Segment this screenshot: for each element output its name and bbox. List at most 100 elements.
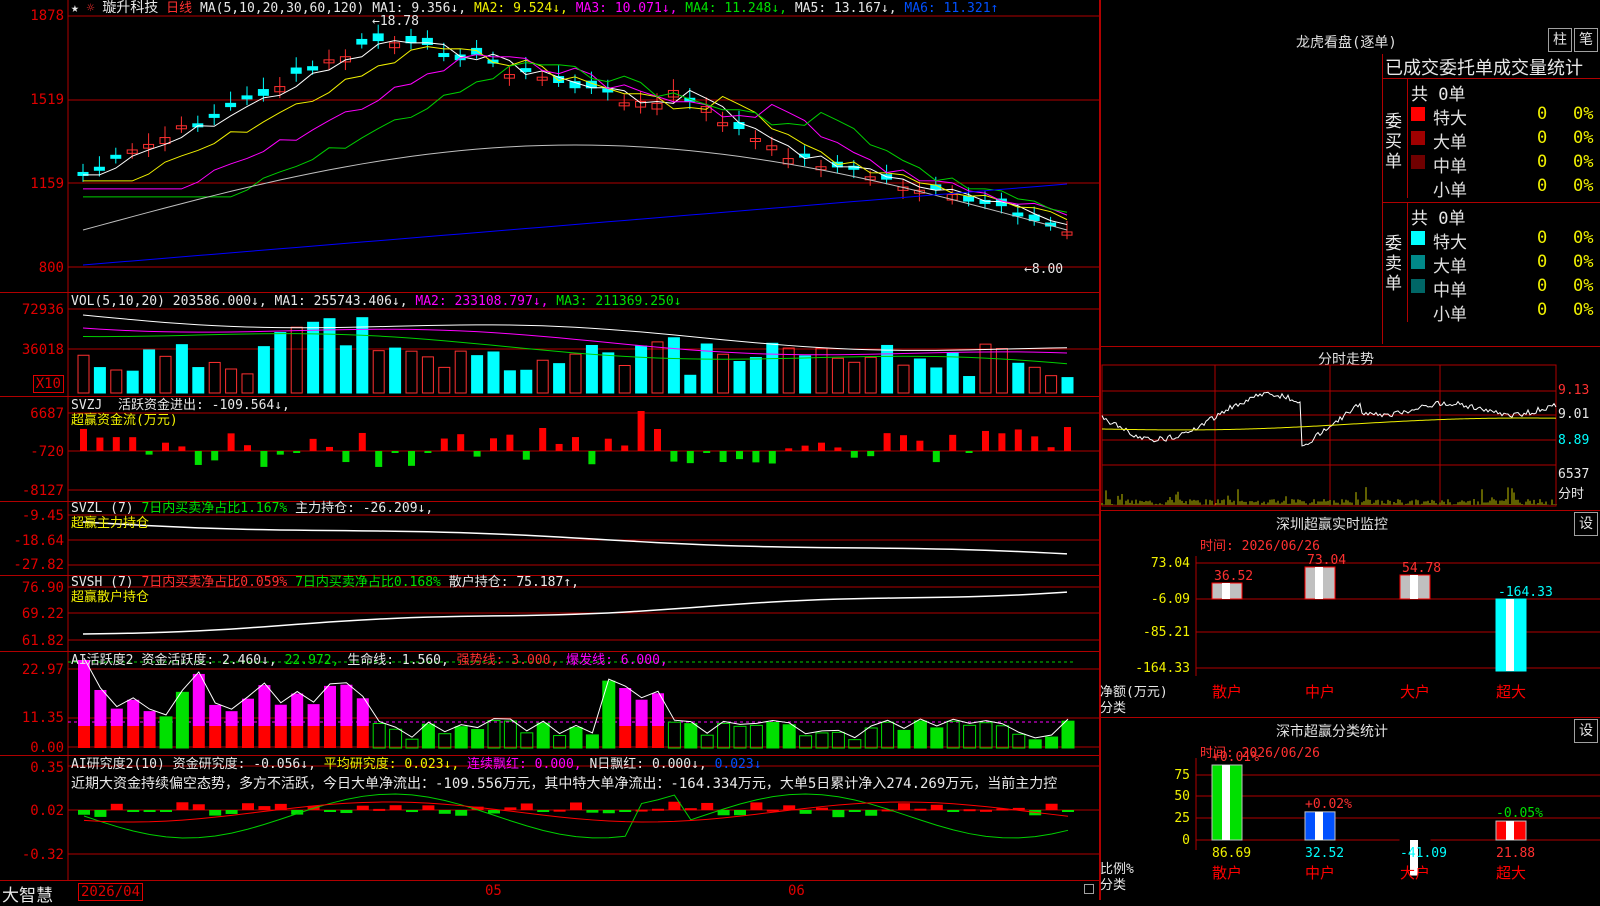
volume-bar: [290, 326, 303, 394]
flow-bar: [178, 446, 186, 451]
activity-bar: [291, 693, 304, 726]
ai-burstline: 爆发线: 6.000,: [566, 653, 668, 668]
price-header: ★ ☼ 璇升科技 日线 MA(5,10,20,30,60,120) MA1: 9…: [71, 0, 998, 17]
legend-swatch: [1411, 155, 1425, 169]
category-label: 超大: [1496, 683, 1526, 701]
sell-total: 共 0单: [1411, 209, 1466, 229]
activity-bar: [421, 723, 435, 749]
intraday-tick: 9.13: [1558, 383, 1590, 398]
activity-bar: [127, 699, 140, 726]
intraday-panel[interactable]: 分时走势 9.13 9.01 8.89 6537 分时: [1100, 347, 1600, 511]
research-bar: [701, 802, 714, 810]
research-bar: [619, 810, 632, 812]
chart-tick: 73.04: [1151, 556, 1190, 571]
dragon-row-count: 0: [1537, 228, 1548, 248]
lock-icon[interactable]: [1084, 884, 1094, 894]
legend-swatch: [1411, 279, 1425, 293]
ai-research-pane[interactable]: 0.35 0.02 -0.32 AI研究度2(10) 资金研究度: -0.056…: [0, 756, 1100, 880]
dragon-row-name: 小单: [1433, 305, 1467, 325]
research-bar: [652, 808, 664, 811]
flow-bar: [276, 451, 284, 455]
candle: [257, 89, 269, 96]
svzl-pane[interactable]: -9.45 -18.64 -27.82 SVZL (7) 7日内买卖净占比1.1…: [0, 501, 1100, 576]
ma2-value: MA2: 9.524↓,: [473, 1, 568, 16]
intraday-chart[interactable]: [1100, 347, 1600, 510]
dragon-row-name: 大单: [1433, 133, 1467, 153]
bar-change-label: +0.02%: [1305, 797, 1352, 812]
category-label: 散户: [1212, 864, 1242, 882]
flag-icon: ☼: [86, 1, 95, 16]
flow-bar: [457, 434, 465, 451]
activity-bar: [1045, 736, 1059, 749]
category-label: 散户: [1212, 683, 1242, 701]
research-bar: [422, 805, 435, 810]
activity-bar: [356, 726, 369, 748]
star-icon[interactable]: ★: [71, 1, 79, 16]
activity-bar: [291, 726, 304, 748]
buy-side-label: 委买单: [1385, 112, 1402, 172]
dragon-row-pct: 0%: [1573, 104, 1594, 124]
research-bar: [750, 802, 763, 810]
activity-bar: [881, 721, 895, 749]
volume-bar: [1061, 377, 1074, 394]
activity-bar: [963, 724, 977, 749]
activity-bar: [274, 704, 287, 726]
activity-bar: [979, 722, 993, 749]
legend-swatch: [1411, 303, 1425, 317]
flow-bar: [588, 451, 596, 465]
dragon-row-name: 大单: [1433, 257, 1467, 277]
brand-label[interactable]: 大智慧: [2, 881, 53, 906]
activity-bar: [553, 735, 567, 749]
ai-research-red: 连续飘红: 0.000,: [467, 757, 582, 772]
research-bar: [930, 804, 943, 810]
flow-bar: [637, 411, 645, 451]
category-label: 中户: [1305, 683, 1335, 701]
flow-bar: [424, 451, 432, 453]
volume-bar: [110, 369, 123, 394]
activity-bar: [242, 726, 254, 748]
flow-bar: [834, 447, 842, 451]
volume-bar: [684, 374, 697, 394]
price-pane[interactable]: 1878 1519 1159 800 ★ ☼ 璇升科技 日线 MA(5,10,2…: [0, 0, 1100, 293]
flow-bar: [867, 451, 875, 457]
ai-research-avg: 平均研究度: 0.023↓,: [323, 757, 460, 772]
research-bar: [356, 805, 369, 810]
research-bar: [537, 810, 550, 812]
flow-bar: [801, 445, 809, 451]
sz-class-chart: 75 50 25 0 86.69 +0.01% 散户 32.52 +0.02% 中户 -41.09 大…: [1174, 750, 1600, 882]
bar-change-label: +0.01%: [1212, 750, 1259, 765]
candlestick-chart[interactable]: [0, 0, 1100, 292]
research-bar: [602, 810, 615, 814]
candle: [405, 35, 417, 44]
activity-bar: [78, 726, 90, 748]
flow-bar: [309, 438, 317, 451]
volume-bar: [913, 358, 926, 394]
flow-bar: [145, 451, 153, 455]
sz-class-xlabel: 分类: [1100, 878, 1127, 893]
svsh-pane[interactable]: 76.90 69.22 61.82 SVSH (7) 7日内买卖净占比0.059…: [0, 575, 1100, 652]
ai-activity-pane[interactable]: 22.97 11.35 0.00 AI活跃度2 资金活跃度: 2.460↓, 2…: [0, 652, 1100, 756]
volume-value: 203586.000↓,: [172, 294, 267, 309]
activity-bar: [652, 726, 664, 748]
bar-highlight: [1315, 566, 1323, 599]
research-bar: [832, 810, 845, 818]
research-bar: [127, 810, 140, 812]
tick-mode-button[interactable]: 笔: [1574, 28, 1598, 52]
dragon-row-count: 0: [1537, 276, 1548, 296]
activity-bar: [192, 726, 205, 748]
ma3-value: MA3: 10.071↓,: [575, 1, 678, 16]
candle: [290, 67, 302, 74]
flow-bar: [768, 451, 776, 464]
bar-mode-button[interactable]: 柱: [1548, 28, 1572, 52]
period-label[interactable]: 日线: [166, 1, 192, 16]
activity-bar: [536, 722, 550, 749]
volume-pane[interactable]: 72936 36018 X10 VOL(5,10,20) 203586.000↓…: [0, 293, 1100, 397]
activity-bar: [733, 725, 747, 749]
activity-bar: [487, 720, 501, 749]
svzj-pane[interactable]: 6687 -720 -8127 SVZJ 活跃资金进出: -109.564↓, …: [0, 397, 1100, 502]
activity-bar: [225, 711, 238, 726]
sz-monitor-panel: 深圳超赢实时监控 设 时间: 2026/06/26 73.04 -6.09 -85.…: [1100, 511, 1600, 718]
volume-bar: [602, 352, 615, 394]
volume-bar: [225, 368, 238, 394]
flow-bar: [539, 427, 547, 451]
